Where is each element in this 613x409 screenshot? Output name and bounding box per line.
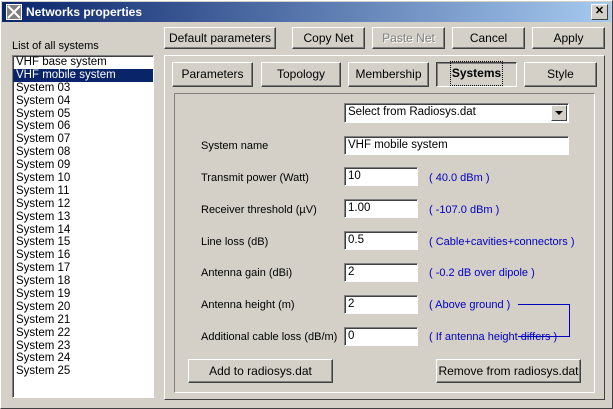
receiver-threshold-field[interactable]: 1.00 <box>344 199 418 218</box>
receiver-threshold-label: Receiver threshold (µV) <box>201 204 317 216</box>
list-item[interactable]: System 23 <box>13 340 153 353</box>
radiosys-select[interactable]: Select from Radiosys.dat <box>344 103 569 123</box>
receiver-threshold-hint: ( -107.0 dBm ) <box>429 204 500 216</box>
list-item[interactable]: System 06 <box>13 120 153 133</box>
cancel-button[interactable]: Cancel <box>452 27 525 49</box>
apply-button[interactable]: Apply <box>532 27 605 49</box>
systems-list-label: List of all systems <box>12 40 99 52</box>
chevron-down-icon[interactable] <box>551 105 567 121</box>
list-item[interactable]: System 10 <box>13 172 153 185</box>
line-loss-field[interactable]: 0.5 <box>344 231 418 250</box>
tab-systems[interactable]: Systems <box>436 61 517 87</box>
list-item[interactable]: System 03 <box>13 82 153 95</box>
list-item[interactable]: System 04 <box>13 95 153 108</box>
list-item[interactable]: System 05 <box>13 108 153 121</box>
list-item[interactable]: System 07 <box>13 133 153 146</box>
antenna-gain-label: Antenna gain (dBi) <box>201 267 293 279</box>
list-item[interactable]: VHF base system <box>13 56 153 69</box>
list-item[interactable]: System 25 <box>13 365 153 378</box>
list-item[interactable]: System 18 <box>13 275 153 288</box>
list-item[interactable]: System 13 <box>13 211 153 224</box>
tab-membership[interactable]: Membership <box>348 62 429 87</box>
additional-loss-field[interactable]: 0 <box>344 327 418 346</box>
list-item[interactable]: System 21 <box>13 314 153 327</box>
default-parameters-button[interactable]: Default parameters <box>164 27 276 49</box>
line-loss-label: Line loss (dB) <box>201 236 269 248</box>
height-bracket-line <box>518 304 570 337</box>
list-item[interactable]: System 19 <box>13 288 153 301</box>
list-item[interactable]: System 20 <box>13 301 153 314</box>
close-icon[interactable]: ✕ <box>591 4 608 20</box>
list-item[interactable]: System 17 <box>13 262 153 275</box>
antenna-height-label: Antenna height (m) <box>201 299 295 311</box>
antenna-gain-field[interactable]: 2 <box>344 263 418 282</box>
list-item[interactable]: System 12 <box>13 198 153 211</box>
window-title: Networks properties <box>26 5 143 19</box>
paste-net-button[interactable]: Paste Net <box>372 27 445 49</box>
transmit-power-hint: ( 40.0 dBm ) <box>429 172 490 184</box>
remove-from-radiosys-button[interactable]: Remove from radiosys.dat <box>436 359 581 383</box>
tab-style[interactable]: Style <box>524 62 597 87</box>
copy-net-button[interactable]: Copy Net <box>292 27 365 49</box>
title-bar[interactable]: Networks properties ✕ <box>2 2 611 22</box>
tab-topology[interactable]: Topology <box>261 62 341 87</box>
networks-properties-window: Networks properties ✕ List of all system… <box>0 0 613 409</box>
transmit-power-field[interactable]: 10 <box>344 167 418 186</box>
antenna-height-field[interactable]: 2 <box>344 295 418 314</box>
tab-parameters[interactable]: Parameters <box>172 62 253 87</box>
additional-loss-label: Additional cable loss (dB/m) <box>201 331 338 343</box>
line-loss-hint: ( Cable+cavities+connectors ) <box>429 236 575 248</box>
list-item[interactable]: System 09 <box>13 159 153 172</box>
list-item[interactable]: System 22 <box>13 327 153 340</box>
transmit-power-label: Transmit power (Watt) <box>201 172 309 184</box>
systems-list[interactable]: VHF base system VHF mobile system System 0… <box>12 55 154 398</box>
antenna-gain-hint: ( -0.2 dB over dipole ) <box>429 267 535 279</box>
list-item[interactable]: System 08 <box>13 146 153 159</box>
radiosys-select-value: Select from Radiosys.dat <box>348 106 476 118</box>
app-icon <box>6 4 22 20</box>
list-item[interactable]: System 16 <box>13 249 153 262</box>
list-item[interactable]: System 15 <box>13 236 153 249</box>
system-name-label: System name <box>201 140 269 152</box>
list-item[interactable]: System 14 <box>13 224 153 237</box>
list-item[interactable]: System 24 <box>13 352 153 365</box>
system-name-field[interactable]: VHF mobile system <box>344 136 569 155</box>
list-item[interactable]: System 11 <box>13 185 153 198</box>
add-to-radiosys-button[interactable]: Add to radiosys.dat <box>188 359 333 383</box>
antenna-height-hint: ( Above ground ) <box>429 299 511 311</box>
list-item[interactable]: VHF mobile system <box>13 68 153 82</box>
